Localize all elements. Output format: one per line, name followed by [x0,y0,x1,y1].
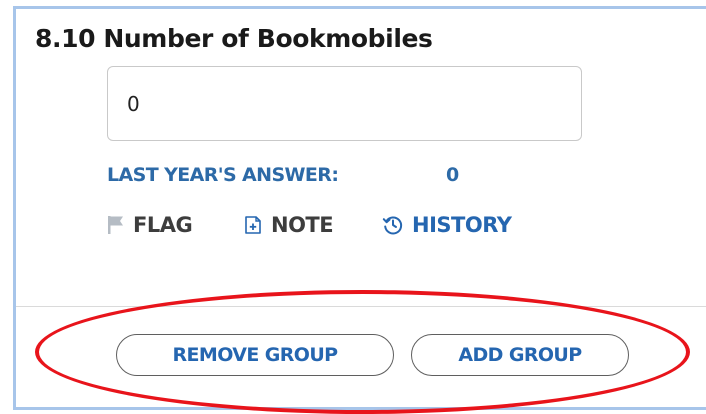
question-title: 8.10 Number of Bookmobiles [35,24,433,53]
last-year-label: LAST YEAR'S ANSWER: [107,164,339,186]
note-icon [243,215,263,235]
add-group-button[interactable]: ADD GROUP [411,334,629,376]
note-label: NOTE [271,213,334,237]
last-year-value: 0 [446,164,460,186]
remove-group-button[interactable]: REMOVE GROUP [116,334,394,376]
flag-label: FLAG [133,213,193,237]
history-label: HISTORY [412,213,512,237]
flag-button[interactable]: FLAG [107,208,193,242]
flag-icon [107,215,125,235]
history-button[interactable]: HISTORY [382,208,512,242]
answer-input[interactable] [107,66,582,141]
note-button[interactable]: NOTE [243,208,334,242]
history-icon [382,214,404,236]
section-divider [16,306,706,307]
